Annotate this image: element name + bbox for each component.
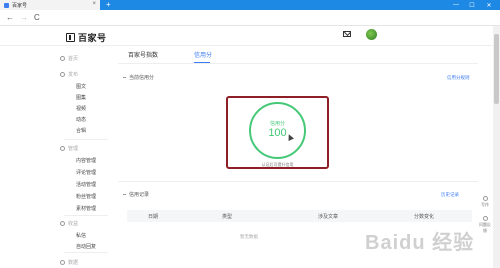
sidebar-item-comment-manage[interactable]: 评论管理 [76,169,96,176]
home-icon [60,56,65,61]
sidebar-item-fans-manage[interactable]: 粉丝管理 [76,193,96,200]
column-header-article: 涉及文章 [318,214,339,220]
score-note: 认证后可提升信用 [261,162,294,167]
column-header-score-change: 分数变化 [414,214,435,220]
sidebar-group-label: 管理 [68,146,79,152]
sidebar-item-private-message[interactable]: 私信 [76,232,86,239]
mail-icon[interactable] [343,31,351,37]
publish-icon [60,72,65,77]
sidebar-item-heji[interactable]: 合辑 [76,127,86,134]
credit-record-title: 信用记录 [123,191,149,198]
sidebar-divider [64,139,108,140]
sidebar-group-publish[interactable]: 发布 [60,71,78,78]
tab-baijiahao-index[interactable]: 百家号指数 [128,50,158,59]
forward-button[interactable]: → [20,13,28,23]
sidebar-item-auto-reply[interactable]: 自动回复 [76,243,96,250]
tabs-divider [118,63,478,64]
favicon-icon [4,2,9,8]
credit-rules-link[interactable]: 信用分规则 [447,75,470,81]
sidebar-item-tuji[interactable]: 图集 [76,94,86,101]
sidebar-item-video[interactable]: 视频 [76,105,86,112]
minimize-button[interactable]: — [448,0,464,10]
sidebar-item-home[interactable]: 首页 [60,55,78,62]
write-float-button[interactable]: 写作 [478,196,492,208]
score-value: 100 [268,127,287,139]
new-tab-button[interactable]: + [106,0,111,10]
sidebar-item-tuwen[interactable]: 图文 [76,83,86,90]
sidebar-item-activity-manage[interactable]: 活动管理 [76,181,96,188]
logo-icon [66,33,75,42]
column-header-type: 类型 [222,214,233,220]
address-bar: ← → C [0,10,500,26]
manage-icon [60,146,65,151]
sidebar-group-manage[interactable]: 管理 [60,145,78,152]
sidebar-item-dongtai[interactable]: 动态 [76,116,86,123]
sidebar-group-label: 发布 [68,72,79,78]
close-window-button[interactable]: ✕ [481,0,497,10]
data-icon [60,260,65,265]
sidebar-group-label: 数据 [68,260,79,266]
section-divider [118,181,478,182]
avatar[interactable] [366,29,377,40]
page-scrollbar[interactable] [493,26,500,268]
watermark: Baidu 经验 [365,232,475,254]
section-marker [123,194,126,195]
logo[interactable]: 百家号 [66,31,107,44]
browser-tab-title: 百家号 [12,2,28,9]
column-header-date: 日期 [148,214,159,220]
sidebar-group-data[interactable]: 数据 [60,259,78,266]
score-label: 信用分 [269,121,285,127]
current-credit-title: 当前信用分 [123,74,154,81]
sidebar-item-content-manage[interactable]: 内容管理 [76,157,96,164]
site-header: 百家号 [0,26,500,46]
history-record-link[interactable]: 历史记录 [441,192,459,198]
reload-button[interactable]: C [34,13,40,23]
maximize-button[interactable]: ☐ [464,0,480,10]
feedback-icon [482,216,488,221]
sidebar-divider [64,252,108,253]
sidebar-divider [64,215,108,216]
scroll-thumb[interactable] [494,34,499,104]
section-marker [123,77,126,78]
pen-icon [482,196,488,201]
section-title-text: 信用记录 [129,192,150,198]
sidebar: 首页 发布 图文 图集 视频 动态 合辑 管理 内容管理 评论管理 活动管理 粉… [60,47,112,268]
feedback-float-button[interactable]: 问题反馈 [478,216,492,234]
float-label: 问题反馈 [479,222,491,233]
sidebar-item-material-manage[interactable]: 素材管理 [76,205,96,212]
revenue-icon [60,221,65,226]
logo-text: 百家号 [78,33,107,43]
back-button[interactable]: ← [6,13,14,23]
section-title-text: 当前信用分 [129,75,155,81]
browser-tab-bar: 百家号 × + — ☐ ✕ [0,0,500,10]
tab-credit-score[interactable]: 信用分 [194,50,212,59]
browser-tab[interactable]: 百家号 × [0,0,100,10]
tab-close-icon[interactable]: × [92,1,96,7]
empty-state-text: 暂无数据 [240,234,258,239]
sidebar-item-label: 首页 [68,56,79,62]
sidebar-group-revenue[interactable]: 收益 [60,220,78,227]
float-label: 写作 [481,202,489,207]
sidebar-group-label: 收益 [68,221,79,227]
